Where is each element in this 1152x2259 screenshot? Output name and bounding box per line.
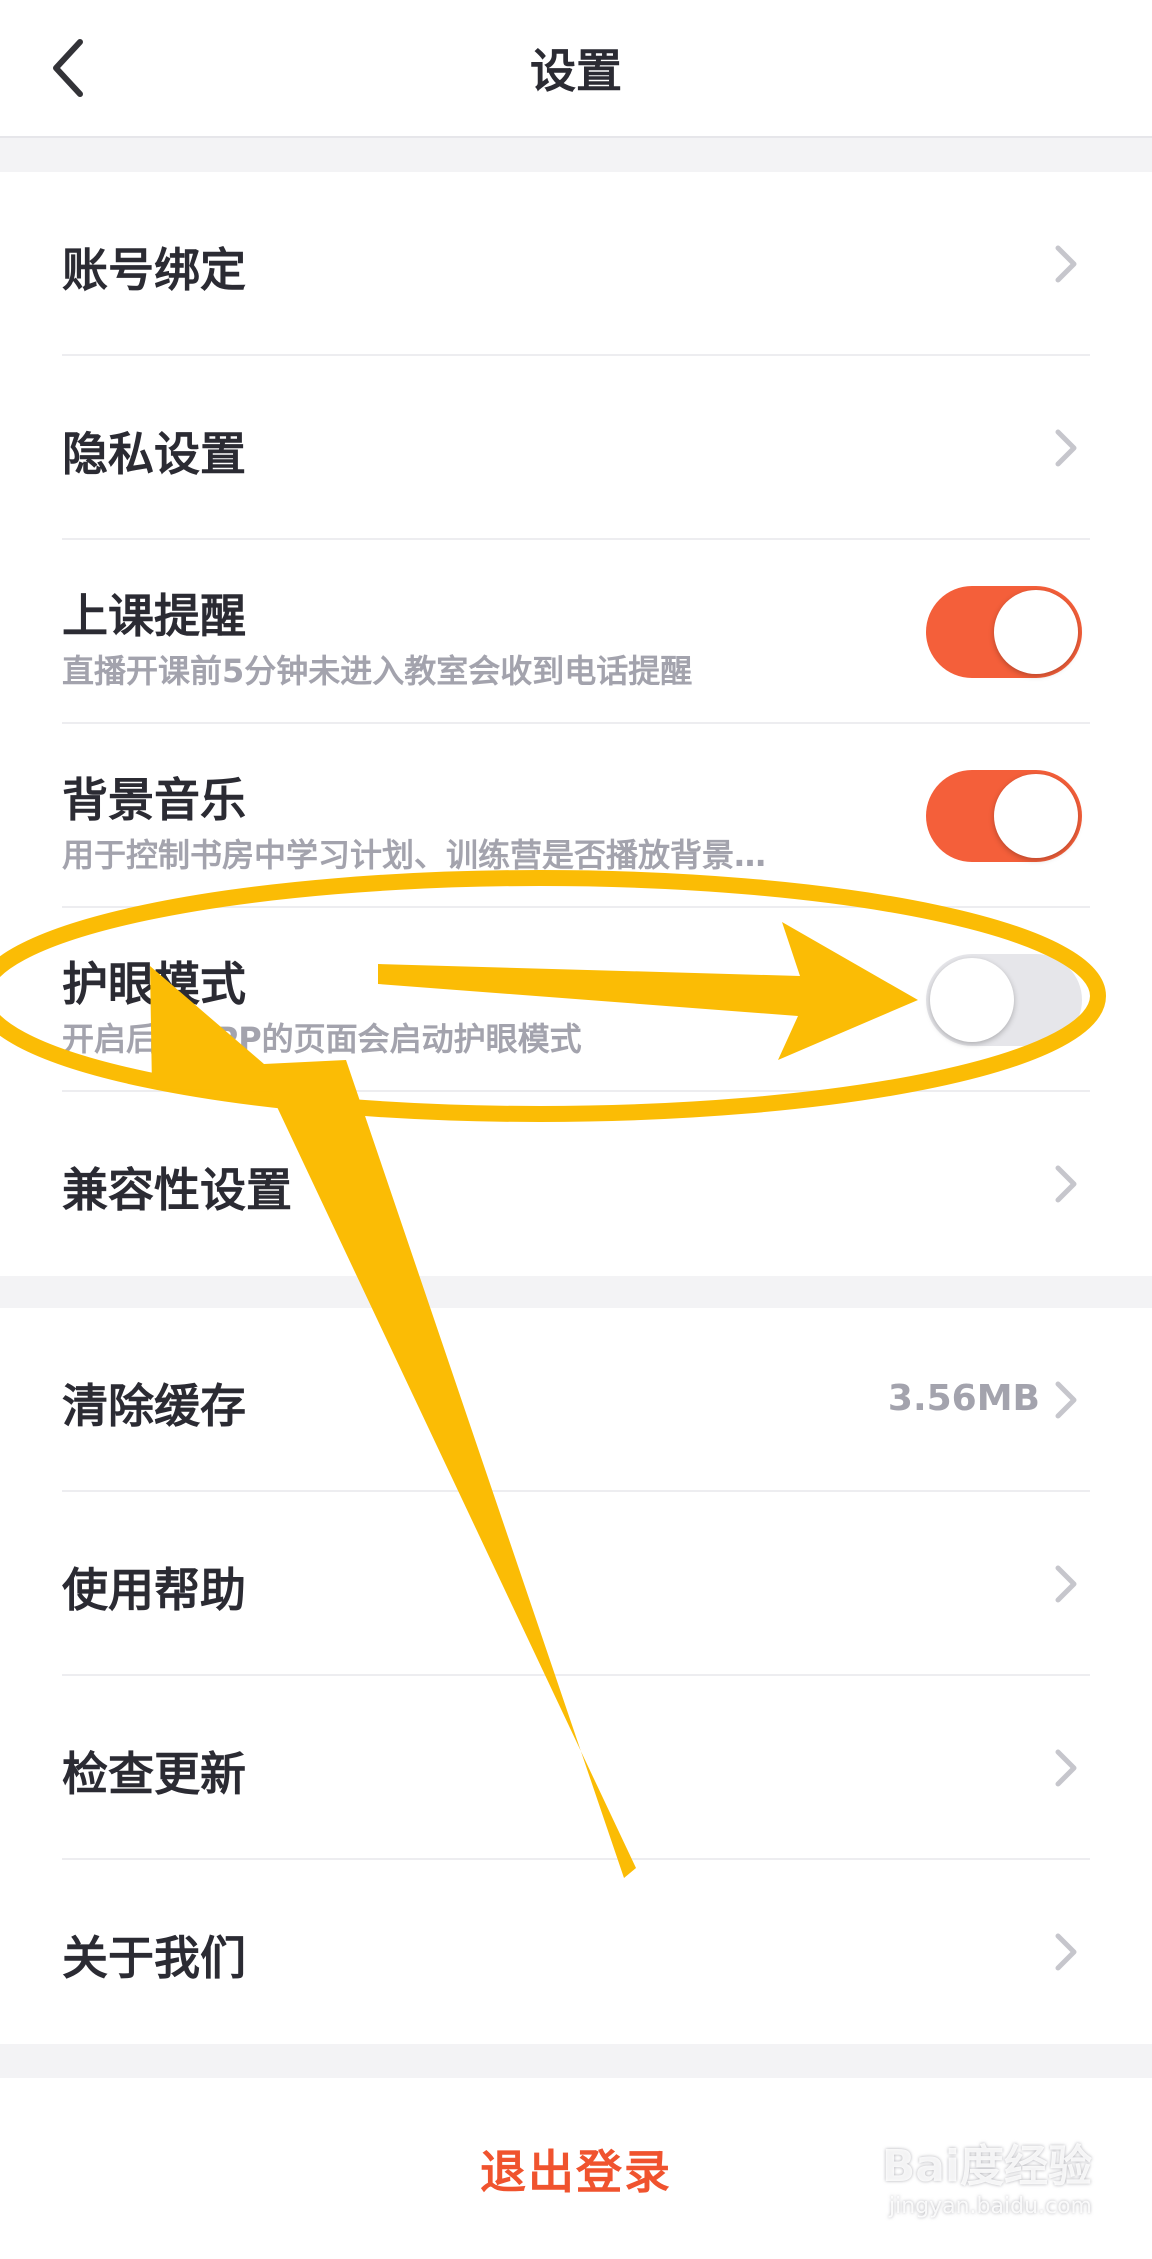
logout-label: 退出登录 bbox=[480, 2144, 672, 2199]
row-label: 上课提醒 bbox=[62, 589, 246, 643]
row-label: 兼容性设置 bbox=[62, 1163, 292, 1217]
row-check-update[interactable]: 检查更新 bbox=[0, 1676, 1152, 1860]
chevron-right-icon bbox=[1055, 1749, 1077, 1787]
row-label: 关于我们 bbox=[62, 1931, 246, 1985]
row-label: 隐私设置 bbox=[62, 427, 246, 481]
row-label: 背景音乐 bbox=[62, 773, 246, 827]
chevron-right-icon bbox=[1055, 1165, 1077, 1203]
background-music-toggle[interactable] bbox=[926, 770, 1082, 862]
toggle-knob bbox=[994, 590, 1078, 674]
row-label: 护眼模式 bbox=[62, 957, 246, 1011]
row-description: 直播开课前5分钟未进入教室会收到电话提醒 bbox=[62, 652, 693, 690]
class-reminder-toggle[interactable] bbox=[926, 586, 1082, 678]
chevron-right-icon bbox=[1055, 429, 1077, 467]
eye-protection-toggle[interactable] bbox=[926, 954, 1082, 1046]
header: 设置 bbox=[0, 0, 1152, 138]
watermark-url: jingyan.baidu.com bbox=[888, 2194, 1092, 2219]
row-account-binding[interactable]: 账号绑定 bbox=[0, 172, 1152, 356]
row-help[interactable]: 使用帮助 bbox=[0, 1492, 1152, 1676]
chevron-right-icon bbox=[1055, 245, 1077, 283]
row-description: 开启后，APP的页面会启动护眼模式 bbox=[62, 1020, 582, 1058]
row-label: 使用帮助 bbox=[62, 1563, 246, 1617]
row-clear-cache[interactable]: 清除缓存 3.56MB bbox=[0, 1308, 1152, 1492]
settings-group-2: 清除缓存 3.56MB 使用帮助 检查更新 关于我们 bbox=[0, 1308, 1152, 2044]
watermark-title: Bai度经验 bbox=[881, 2141, 1092, 2192]
row-compatibility-settings[interactable]: 兼容性设置 bbox=[0, 1092, 1152, 1276]
row-class-reminder: 上课提醒 直播开课前5分钟未进入教室会收到电话提醒 bbox=[0, 540, 1152, 724]
row-label: 清除缓存 bbox=[62, 1379, 246, 1433]
chevron-right-icon bbox=[1055, 1565, 1077, 1603]
row-label: 账号绑定 bbox=[62, 243, 246, 297]
row-description: 用于控制书房中学习计划、训练营是否播放背景… bbox=[62, 836, 767, 874]
settings-group-1: 账号绑定 隐私设置 上课提醒 直播开课前5分钟未进入教室会收到电话提醒 背景音乐… bbox=[0, 172, 1152, 1276]
row-about-us[interactable]: 关于我们 bbox=[0, 1860, 1152, 2044]
watermark: Bai度经验 jingyan.baidu.com bbox=[882, 2130, 1092, 2219]
page-title: 设置 bbox=[530, 44, 622, 98]
row-background-music: 背景音乐 用于控制书房中学习计划、训练营是否播放背景… bbox=[0, 724, 1152, 908]
row-eye-protection: 护眼模式 开启后，APP的页面会启动护眼模式 bbox=[0, 908, 1152, 1092]
toggle-knob bbox=[930, 958, 1014, 1042]
toggle-knob bbox=[994, 774, 1078, 858]
chevron-right-icon bbox=[1055, 1933, 1077, 1971]
cache-size-value: 3.56MB bbox=[887, 1378, 1040, 1419]
row-privacy-settings[interactable]: 隐私设置 bbox=[0, 356, 1152, 540]
chevron-right-icon bbox=[1055, 1381, 1077, 1419]
row-label: 检查更新 bbox=[62, 1747, 246, 1801]
